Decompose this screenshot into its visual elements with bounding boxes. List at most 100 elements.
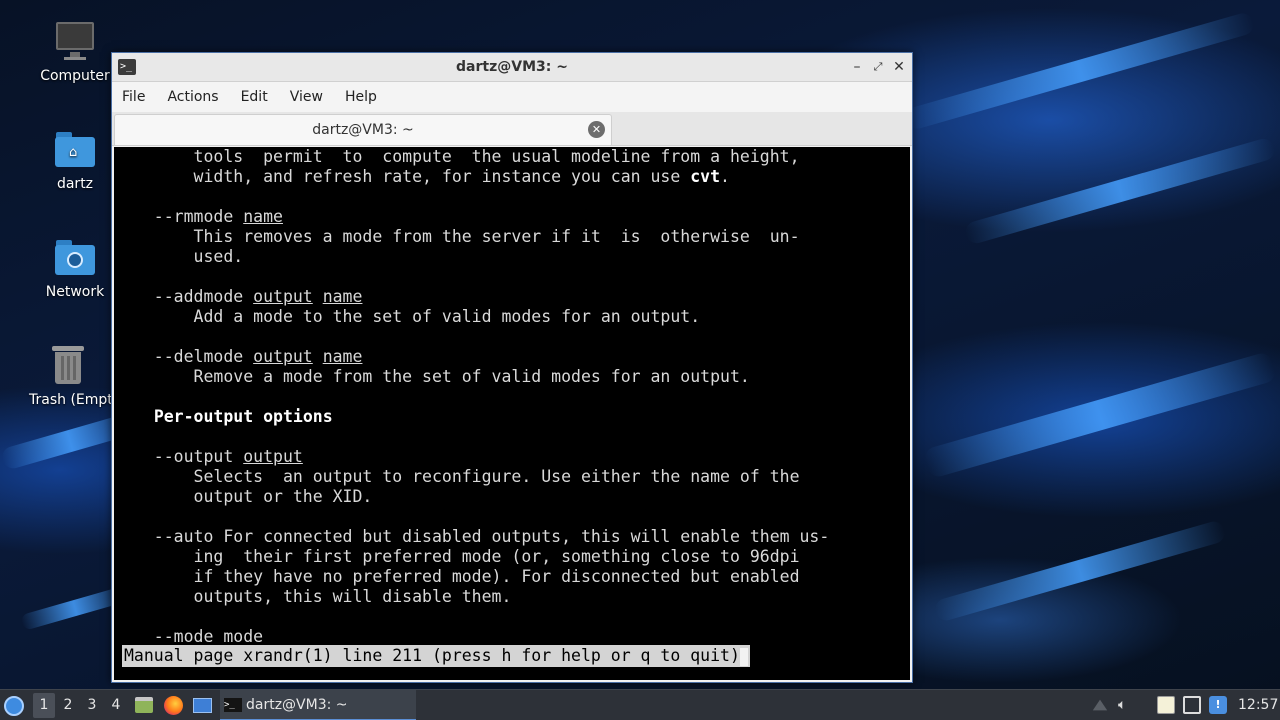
terminal-text: cvt: [690, 167, 721, 186]
tab-close-icon[interactable]: ✕: [588, 121, 605, 138]
file-manager-launcher[interactable]: [135, 690, 155, 720]
menu-view[interactable]: View: [290, 89, 323, 105]
terminal-text: --addmode: [124, 287, 254, 306]
terminal-line: Add a mode to the set of valid modes for…: [124, 307, 910, 327]
terminal-line: Selects an output to reconfigure. Use ei…: [124, 467, 910, 487]
network-folder-icon: [54, 236, 96, 278]
window-title: dartz@VM3: ~: [456, 59, 568, 75]
terminal-line: --delmode output name: [124, 347, 910, 367]
terminal-text: This removes a mode from the server if i…: [124, 227, 800, 246]
desktop-icon-label: Network: [45, 284, 105, 300]
minimize-button[interactable]: –: [848, 57, 866, 77]
terminal-text: .: [720, 167, 730, 186]
start-menu-button[interactable]: [4, 690, 26, 720]
terminal-text: used.: [124, 247, 244, 266]
terminal-line: --rmmode name: [124, 207, 910, 227]
workspace-4[interactable]: 4: [105, 690, 127, 720]
desktop-icon-label: dartz: [56, 176, 94, 192]
terminal-text: output: [253, 287, 313, 306]
start-menu-icon: [4, 696, 24, 716]
terminal-text: Remove a mode from the set of valid mode…: [124, 367, 750, 386]
terminal-line: --addmode output name: [124, 287, 910, 307]
display-icon[interactable]: [1183, 696, 1201, 714]
terminal-line: --auto For connected but disabled output…: [124, 527, 910, 547]
terminal-text: output: [243, 447, 303, 466]
terminal-text: tools permit to compute the usual modeli…: [124, 147, 800, 166]
menu-help[interactable]: Help: [345, 89, 377, 105]
terminal-text: name: [243, 207, 283, 226]
volume-icon[interactable]: 🔈︎: [1118, 696, 1136, 714]
menu-file[interactable]: File: [122, 89, 145, 105]
desktop-icon-trash[interactable]: Trash (Empty): [25, 344, 111, 408]
terminal-cursor: [739, 647, 748, 666]
terminal-line: width, and refresh rate, for instance yo…: [124, 167, 910, 187]
pager-status-line: Manual page xrandr(1) line 211 (press h …: [122, 645, 750, 667]
window-titlebar[interactable]: >_ dartz@VM3: ~ – ⤢ ✕: [112, 53, 912, 82]
firefox-launcher[interactable]: [164, 690, 184, 720]
terminal-text: --delmode: [124, 347, 254, 366]
tab-label: dartz@VM3: ~: [312, 122, 414, 138]
task-label: dartz@VM3: ~: [246, 697, 348, 713]
clipboard-icon[interactable]: [1157, 696, 1175, 714]
taskbar: 1 2 3 4 >_ dartz@VM3: ~ 🔈︎ ! 12:57: [0, 689, 1280, 720]
terminal-text: if they have no preferred mode). For dis…: [124, 567, 800, 586]
terminal-line: tools permit to compute the usual modeli…: [124, 147, 910, 167]
terminal-window: >_ dartz@VM3: ~ – ⤢ ✕ File Actions Edit …: [111, 52, 913, 683]
terminal-line: if they have no preferred mode). For dis…: [124, 567, 910, 587]
desktop-icon-label: Trash (Empty): [29, 392, 111, 408]
workspace-2[interactable]: 2: [57, 690, 79, 720]
terminal-output[interactable]: tools permit to compute the usual modeli…: [114, 147, 910, 680]
tray-expand-icon[interactable]: [1092, 699, 1108, 711]
taskbar-task-terminal[interactable]: >_ dartz@VM3: ~: [220, 690, 416, 720]
terminal-line: --mode mode: [124, 627, 910, 647]
firefox-icon: [164, 696, 183, 715]
home-folder-icon: ⌂: [54, 128, 96, 170]
menu-actions[interactable]: Actions: [167, 89, 218, 105]
terminal-line: Per-output options: [124, 407, 910, 427]
menu-edit[interactable]: Edit: [241, 89, 268, 105]
desktop-icon-computer[interactable]: Computer: [25, 20, 125, 84]
terminal-icon: >_: [224, 698, 242, 712]
terminal-text: --auto For connected but disabled output…: [124, 527, 830, 546]
desktop-icon-label: Computer: [40, 68, 110, 84]
terminal-line: output or the XID.: [124, 487, 910, 507]
tab-bar: dartz@VM3: ~ ✕: [112, 112, 912, 146]
terminal-text: Per-output options: [153, 407, 333, 426]
terminal-text: output or the XID.: [124, 487, 373, 506]
terminal-text: --mode mode: [124, 627, 264, 646]
terminal-line: Remove a mode from the set of valid mode…: [124, 367, 910, 387]
desktop-icon-network[interactable]: Network: [25, 236, 125, 300]
desktop-icon-home[interactable]: ⌂ dartz: [25, 128, 125, 192]
pager-status-text: Manual page xrandr(1) line 211 (press h …: [124, 646, 740, 665]
terminal-line: --output output: [124, 447, 910, 467]
terminal-text: name: [322, 287, 363, 306]
workspace-3[interactable]: 3: [81, 690, 103, 720]
terminal-text: outputs, this will disable them.: [124, 587, 512, 606]
show-desktop-launcher[interactable]: [193, 690, 213, 720]
terminal-text: output: [253, 347, 313, 366]
menu-bar: File Actions Edit View Help: [112, 82, 912, 112]
notification-icon[interactable]: !: [1209, 696, 1227, 714]
terminal-tab[interactable]: dartz@VM3: ~ ✕: [114, 114, 612, 145]
workspace-1[interactable]: 1: [33, 693, 55, 718]
desktop-icon: [193, 698, 212, 713]
terminal-text: --rmmode: [124, 207, 244, 226]
terminal-text: width, and refresh rate, for instance yo…: [124, 167, 691, 186]
terminal-text: Selects an output to reconfigure. Use ei…: [124, 467, 800, 486]
maximize-button[interactable]: ⤢: [869, 57, 887, 77]
terminal-text: --output: [124, 447, 244, 466]
monitor-icon: [54, 20, 96, 62]
terminal-line: used.: [124, 247, 910, 267]
clock[interactable]: 12:57: [1238, 690, 1278, 720]
file-manager-icon: [135, 697, 153, 713]
trash-icon: [47, 344, 89, 386]
close-button[interactable]: ✕: [890, 57, 908, 77]
